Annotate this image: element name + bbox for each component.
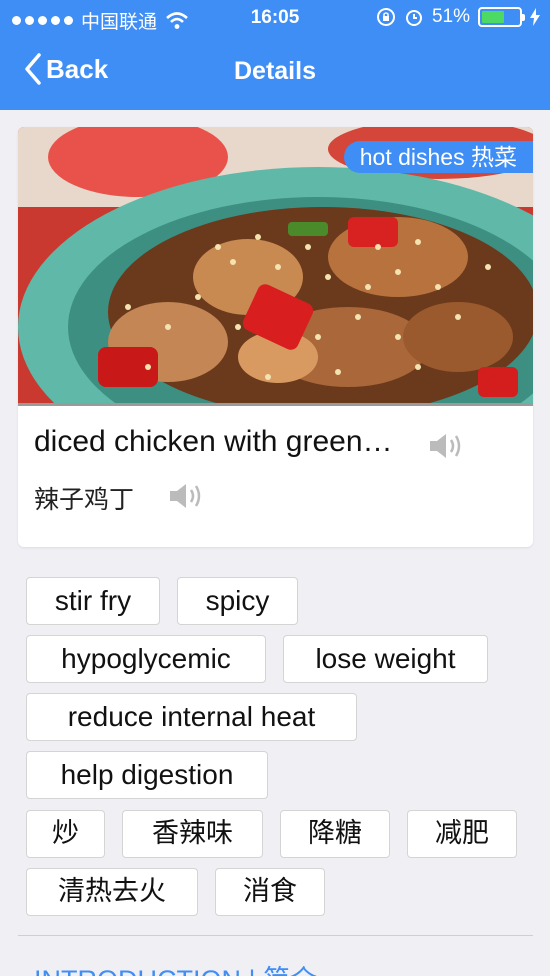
speaker-icon[interactable] xyxy=(168,481,206,511)
tag-qingre-quhuo[interactable]: 清热去火 xyxy=(26,868,198,916)
nav-bar: Back Details xyxy=(0,36,550,110)
rotation-lock-icon xyxy=(376,8,395,26)
speaker-icon[interactable] xyxy=(428,431,466,461)
tag-help-digestion[interactable]: help digestion xyxy=(26,751,268,799)
charging-icon xyxy=(530,8,540,26)
tag-hypoglycemic[interactable]: hypoglycemic xyxy=(26,635,266,683)
battery-icon xyxy=(478,7,525,27)
tag-stir-fry[interactable]: stir fry xyxy=(26,577,160,625)
tag-jianfei[interactable]: 减肥 xyxy=(407,810,517,858)
image-divider xyxy=(18,403,533,406)
dish-card: hot dishes 热菜 diced chicken with green… … xyxy=(18,127,533,547)
dish-name-zh: 辣子鸡丁 xyxy=(34,485,135,514)
introduction-heading: INTRODUCTION | 简介 xyxy=(34,958,317,976)
section-divider xyxy=(18,935,533,936)
tag-xianglawei[interactable]: 香辣味 xyxy=(122,810,263,858)
battery-percent: 51% xyxy=(431,6,470,27)
tag-xiaoshi[interactable]: 消食 xyxy=(215,868,325,916)
alarm-icon xyxy=(405,10,422,26)
tag-lose-weight[interactable]: lose weight xyxy=(283,635,488,683)
app-header: 中国联通 16:05 51% Back Details xyxy=(0,0,550,110)
tag-reduce-internal-heat[interactable]: reduce internal heat xyxy=(26,693,357,741)
status-bar: 中国联通 16:05 51% xyxy=(0,0,550,36)
dish-name-en: diced chicken with green… xyxy=(34,425,393,458)
category-badge: hot dishes 热菜 xyxy=(343,141,533,173)
tag-chao[interactable]: 炒 xyxy=(26,810,105,858)
tag-spicy[interactable]: spicy xyxy=(177,577,298,625)
tag-jiangtang[interactable]: 降糖 xyxy=(280,810,390,858)
status-right: 51% xyxy=(376,6,540,28)
page-title: Details xyxy=(234,57,316,85)
